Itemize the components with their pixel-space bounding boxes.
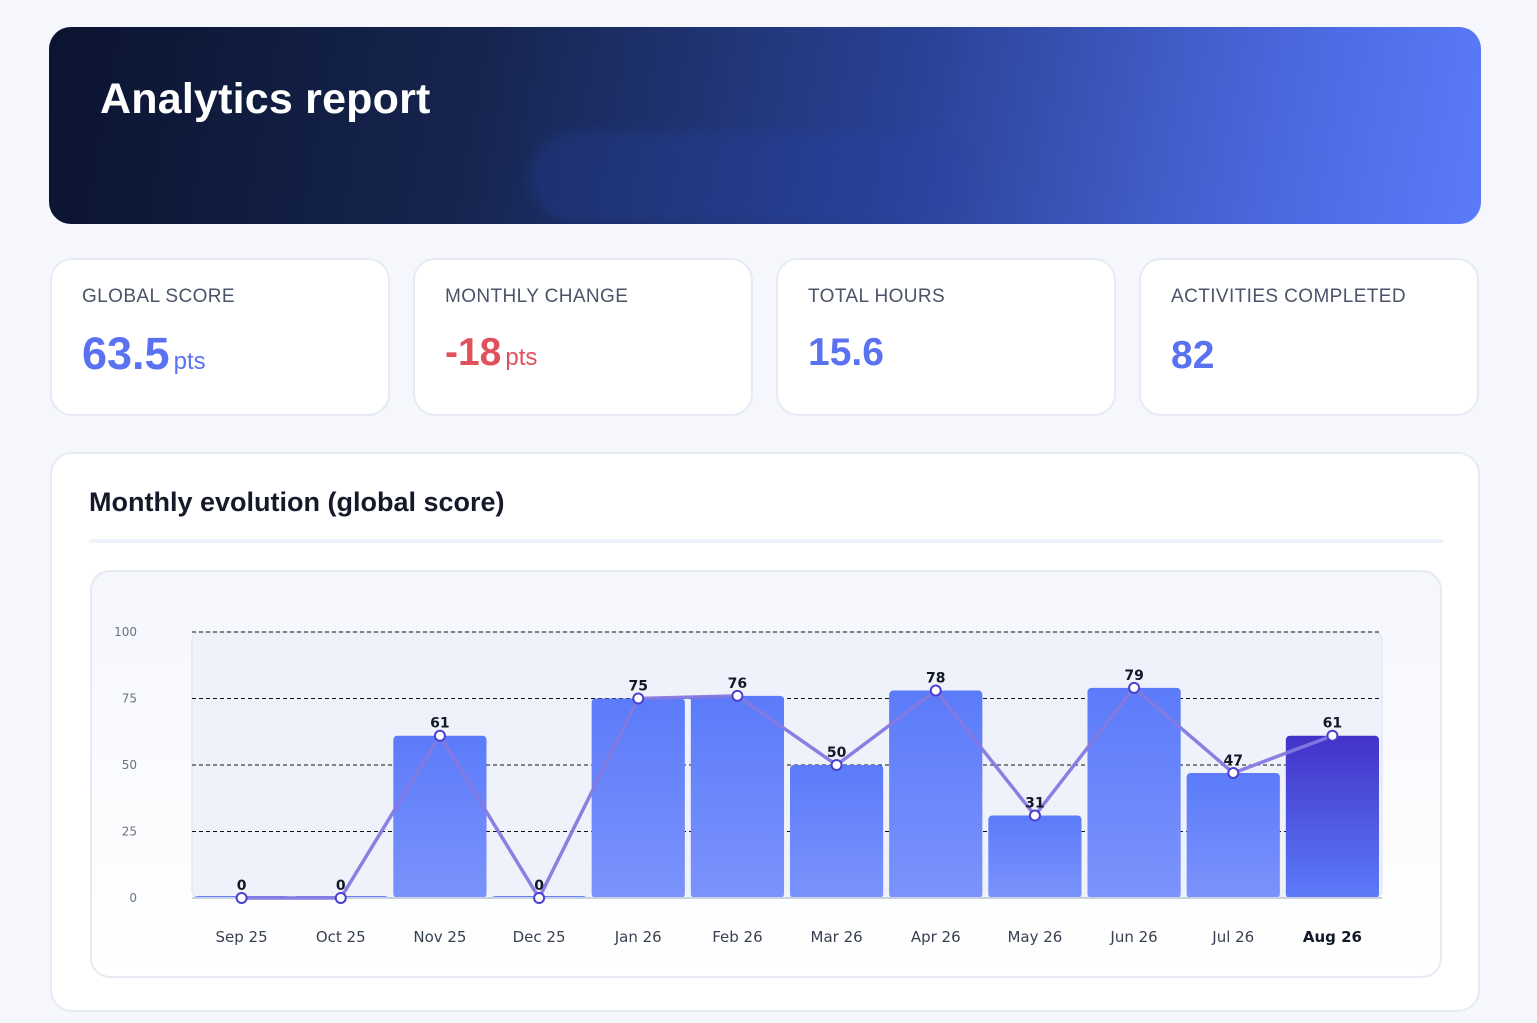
bar-jul-26 <box>1186 772 1280 898</box>
bar-aug-26 <box>1285 735 1380 898</box>
kpi-number: 63.5 <box>82 328 170 379</box>
y-tick-label: 50 <box>122 758 137 772</box>
kpi-value: 63.5 pts <box>82 328 206 380</box>
y-tick-label: 25 <box>122 825 137 839</box>
x-tick-label: Jul 26 <box>1211 928 1254 946</box>
x-tick-label: Sep 25 <box>216 928 268 946</box>
plot-area-frame: 0 25 50 75 100 0 0 61 0 75 76 50 78 31 79 47 61 Sep 25 Oct… <box>90 570 1442 978</box>
data-label: 76 <box>728 676 747 692</box>
data-label: 79 <box>1124 668 1143 684</box>
data-point <box>1326 729 1339 742</box>
kpi-card-monthly-change: MONTHLY CHANGE -18 pts <box>413 258 753 416</box>
monthly-score-chart: 0 25 50 75 100 0 0 61 0 75 76 50 78 31 79 47 61 Sep 25 Oct… <box>114 625 1383 946</box>
y-tick-label: 100 <box>114 625 137 639</box>
y-tick-label: 75 <box>122 692 137 706</box>
bar-nov-25 <box>393 735 487 898</box>
bar-may-26 <box>988 815 1082 898</box>
x-tick-label: Jan 26 <box>614 928 662 946</box>
panel-divider <box>89 539 1443 543</box>
kpi-label: ACTIVITIES COMPLETED <box>1171 286 1406 307</box>
kpi-unit: pts <box>173 348 206 375</box>
bar-apr-26 <box>889 690 983 898</box>
data-label: 61 <box>1323 716 1342 732</box>
x-tick-label: Feb 26 <box>712 928 762 946</box>
kpi-label: TOTAL HOURS <box>808 286 946 307</box>
report-header-banner: Analytics report <box>49 27 1481 224</box>
page-title: Analytics report <box>100 75 431 123</box>
x-tick-label: May 26 <box>1007 928 1062 946</box>
data-label: 31 <box>1025 796 1044 812</box>
kpi-label: GLOBAL SCORE <box>82 286 235 307</box>
data-label: 47 <box>1224 753 1243 769</box>
bar-jan-26 <box>591 698 685 898</box>
kpi-label: MONTHLY CHANGE <box>445 286 629 307</box>
kpi-value: 15.6 <box>808 331 884 375</box>
data-label: 0 <box>336 878 346 894</box>
data-label: 50 <box>827 745 847 761</box>
data-point <box>533 892 546 904</box>
header-decor-glow <box>529 132 969 222</box>
x-tick-label: Aug 26 <box>1303 928 1362 946</box>
x-tick-label: Jun 26 <box>1109 928 1157 946</box>
kpi-number: -18 <box>445 331 502 374</box>
chart-panel: Monthly evolution (global score) 0 25 50 75… <box>50 452 1480 1012</box>
data-point <box>830 759 843 771</box>
bar-mar-26 <box>789 765 884 898</box>
kpi-value: -18 pts <box>445 331 537 375</box>
data-point <box>929 684 942 697</box>
bar-feb-26 <box>690 695 785 898</box>
chart-panel-title: Monthly evolution (global score) <box>89 487 505 517</box>
x-tick-label: Mar 26 <box>811 928 863 946</box>
data-label: 61 <box>430 716 449 732</box>
data-label: 0 <box>534 878 544 894</box>
kpi-card-total-hours: TOTAL HOURS 15.6 <box>776 258 1116 416</box>
x-tick-label: Nov 25 <box>413 928 466 946</box>
x-tick-label: Dec 25 <box>513 928 566 946</box>
y-tick-label: 0 <box>129 891 137 905</box>
kpi-card-global-score: GLOBAL SCORE 63.5 pts <box>50 258 390 416</box>
data-point <box>632 692 645 705</box>
data-point <box>731 689 744 702</box>
data-point <box>1128 681 1141 694</box>
data-label: 78 <box>926 671 945 687</box>
data-label: 0 <box>237 878 247 894</box>
data-label: 75 <box>629 679 648 695</box>
x-tick-label: Apr 26 <box>911 928 961 946</box>
kpi-number: 15.6 <box>808 331 884 374</box>
data-point <box>1227 766 1240 779</box>
kpi-card-activities-completed: ACTIVITIES COMPLETED 82 <box>1139 258 1479 416</box>
data-point <box>334 892 347 904</box>
data-point <box>433 729 446 742</box>
kpi-unit: pts <box>505 344 538 371</box>
x-tick-label: Oct 25 <box>316 928 366 946</box>
bar-jun-26 <box>1087 687 1181 898</box>
data-point <box>1028 809 1041 822</box>
kpi-number: 82 <box>1171 334 1215 377</box>
data-point <box>235 892 248 904</box>
kpi-value: 82 <box>1171 334 1214 378</box>
